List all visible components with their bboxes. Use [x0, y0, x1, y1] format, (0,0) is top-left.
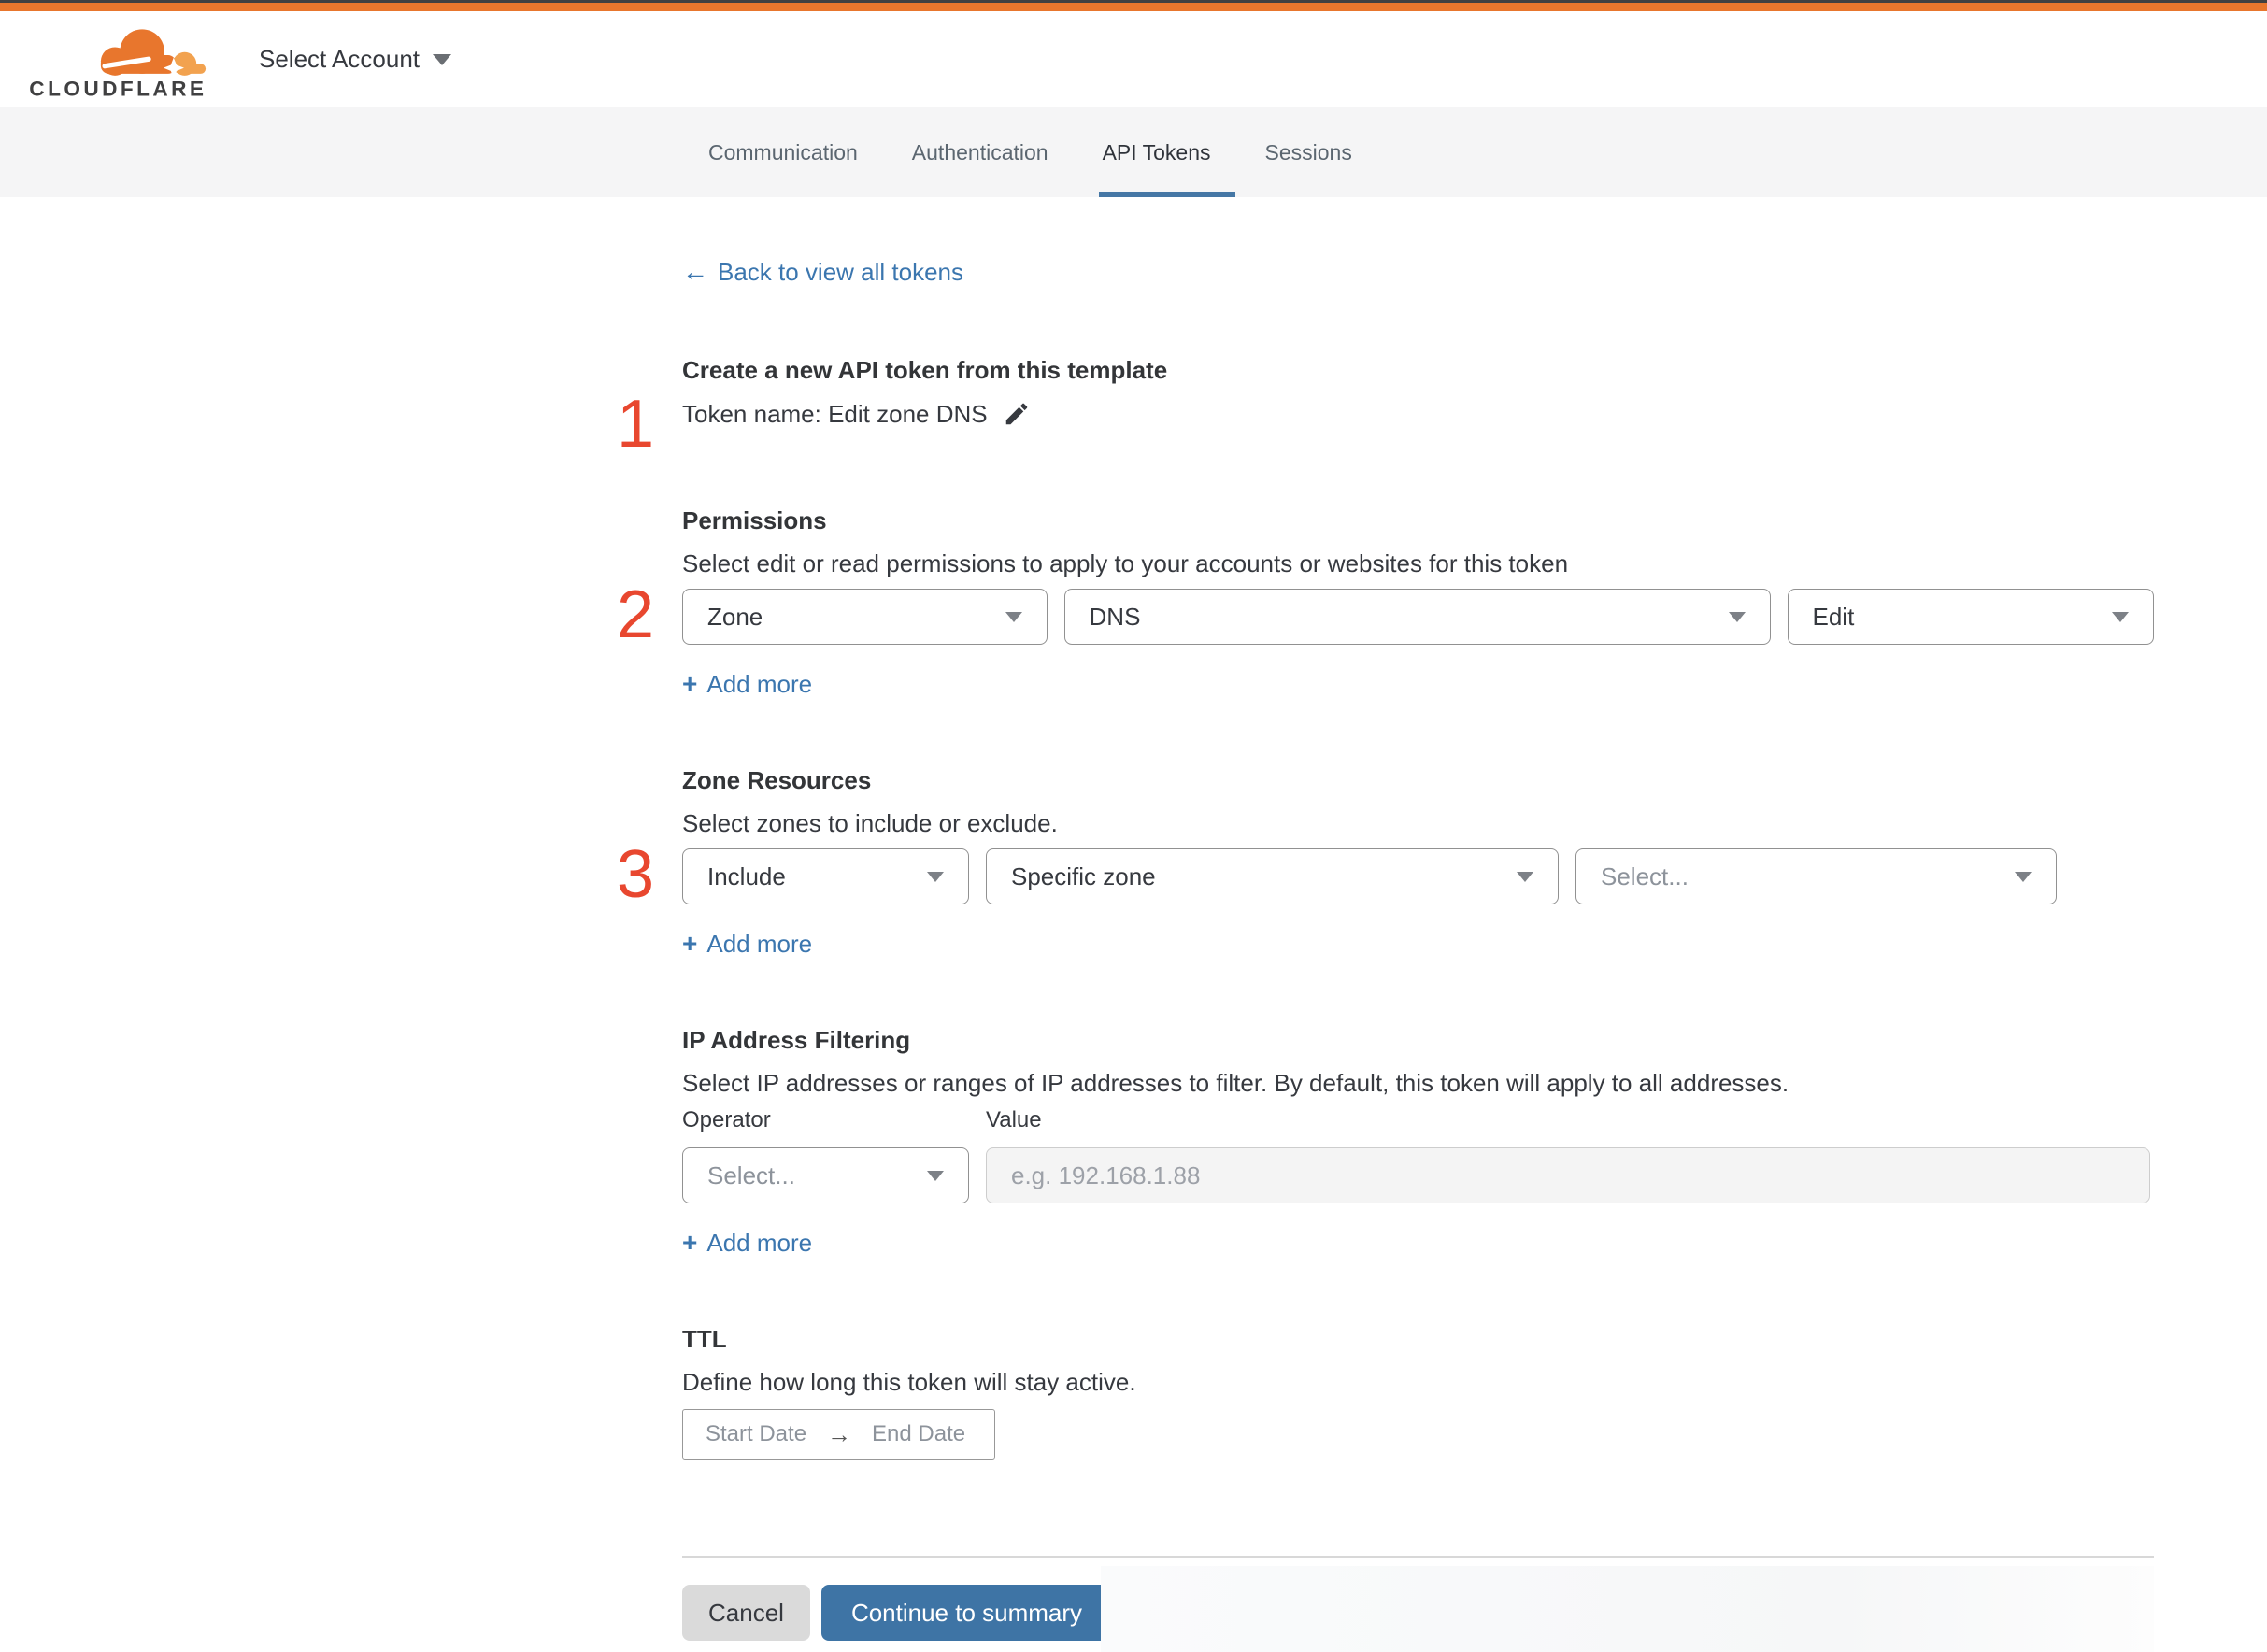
operator-label: Operator: [682, 1107, 771, 1132]
end-date-placeholder: End Date: [872, 1421, 966, 1446]
ip-value-input[interactable]: [986, 1147, 2150, 1203]
step-number-3: 3: [616, 837, 654, 912]
arrow-left-icon: ←: [682, 257, 708, 286]
ttl-title: TTL: [682, 1325, 727, 1353]
account-selector[interactable]: Select Account: [259, 11, 451, 107]
footer-divider: [682, 1556, 2154, 1558]
value-label: Value: [986, 1107, 1042, 1132]
caret-down-icon: [433, 53, 451, 65]
cancel-button[interactable]: Cancel: [682, 1585, 810, 1641]
permissions-description: Select edit or read permissions to apply…: [682, 549, 1569, 577]
ip-filtering-title: IP Address Filtering: [682, 1026, 911, 1054]
back-link-label: Back to view all tokens: [718, 258, 964, 286]
token-name-section: 1 Create a new API token from this templ…: [617, 354, 2154, 458]
caret-down-icon: [2015, 871, 2032, 882]
zone-name-select[interactable]: Select...: [1575, 848, 2057, 904]
ip-filtering-add-more-link[interactable]: + Add more: [682, 1228, 812, 1258]
footer-actions: Cancel Continue to summary: [682, 1585, 2154, 1645]
permission-group-select[interactable]: DNS: [1063, 589, 1771, 645]
caret-down-icon: [2112, 611, 2130, 622]
logo-wordmark: CLOUDFLARE: [29, 78, 207, 101]
caret-down-icon: [927, 1170, 944, 1181]
top-orange-strip: [0, 3, 2267, 11]
plus-icon: +: [682, 669, 698, 698]
tab-bar: Communication Authentication API Tokens …: [0, 107, 2267, 197]
ip-filtering-description: Select IP addresses or ranges of IP addr…: [682, 1069, 1789, 1097]
zone-resources-description: Select zones to include or exclude.: [682, 809, 1058, 837]
arrow-right-icon: →: [827, 1419, 852, 1448]
continue-to-summary-button[interactable]: Continue to summary: [820, 1585, 1113, 1641]
caret-down-icon: [1728, 611, 1746, 622]
create-token-title: Create a new API token from this templat…: [682, 356, 1168, 384]
tab-sessions[interactable]: Sessions: [1265, 107, 1352, 197]
zone-resources-add-more-link[interactable]: + Add more: [682, 929, 812, 959]
zone-resources-section: 3 Zone Resources Select zones to include…: [617, 764, 2154, 959]
step-number-2: 2: [616, 577, 654, 652]
permissions-add-more-link[interactable]: + Add more: [682, 669, 812, 699]
step-number-1: 1: [616, 387, 654, 462]
caret-down-icon: [1517, 871, 1533, 882]
permission-level-select[interactable]: Edit: [1787, 589, 2155, 645]
zone-include-select[interactable]: Include: [682, 848, 969, 904]
cloudflare-logo[interactable]: CLOUDFLARE: [28, 21, 213, 101]
main-content: ← Back to view all tokens 1 Create a new…: [617, 197, 2155, 1645]
caret-down-icon: [927, 871, 944, 882]
ip-operator-select[interactable]: Select...: [682, 1147, 969, 1203]
token-name-text: Token name: Edit zone DNS: [682, 400, 988, 428]
edit-pencil-icon[interactable]: [1003, 400, 1031, 428]
ttl-section: TTL Define how long this token will stay…: [682, 1323, 2154, 1460]
tab-communication[interactable]: Communication: [708, 107, 858, 197]
back-to-tokens-link[interactable]: ← Back to view all tokens: [682, 257, 963, 287]
ttl-description: Define how long this token will stay act…: [682, 1368, 1136, 1396]
header: CLOUDFLARE Select Account: [0, 11, 2267, 107]
plus-icon: +: [682, 1228, 698, 1257]
permissions-title: Permissions: [682, 506, 827, 534]
permission-scope-select[interactable]: Zone: [682, 589, 1048, 645]
zone-type-select[interactable]: Specific zone: [986, 848, 1559, 904]
account-selector-label: Select Account: [259, 45, 420, 73]
caret-down-icon: [1005, 611, 1022, 622]
plus-icon: +: [682, 929, 698, 958]
tab-api-tokens[interactable]: API Tokens: [1098, 107, 1235, 197]
tab-authentication[interactable]: Authentication: [912, 107, 1048, 197]
start-date-placeholder: Start Date: [706, 1421, 807, 1446]
ip-filtering-section: IP Address Filtering Select IP addresses…: [682, 1024, 2154, 1258]
permissions-section: 2 Permissions Select edit or read permis…: [617, 505, 2155, 699]
ttl-date-range-picker[interactable]: Start Date → End Date: [682, 1409, 995, 1460]
zone-resources-title: Zone Resources: [682, 766, 872, 794]
